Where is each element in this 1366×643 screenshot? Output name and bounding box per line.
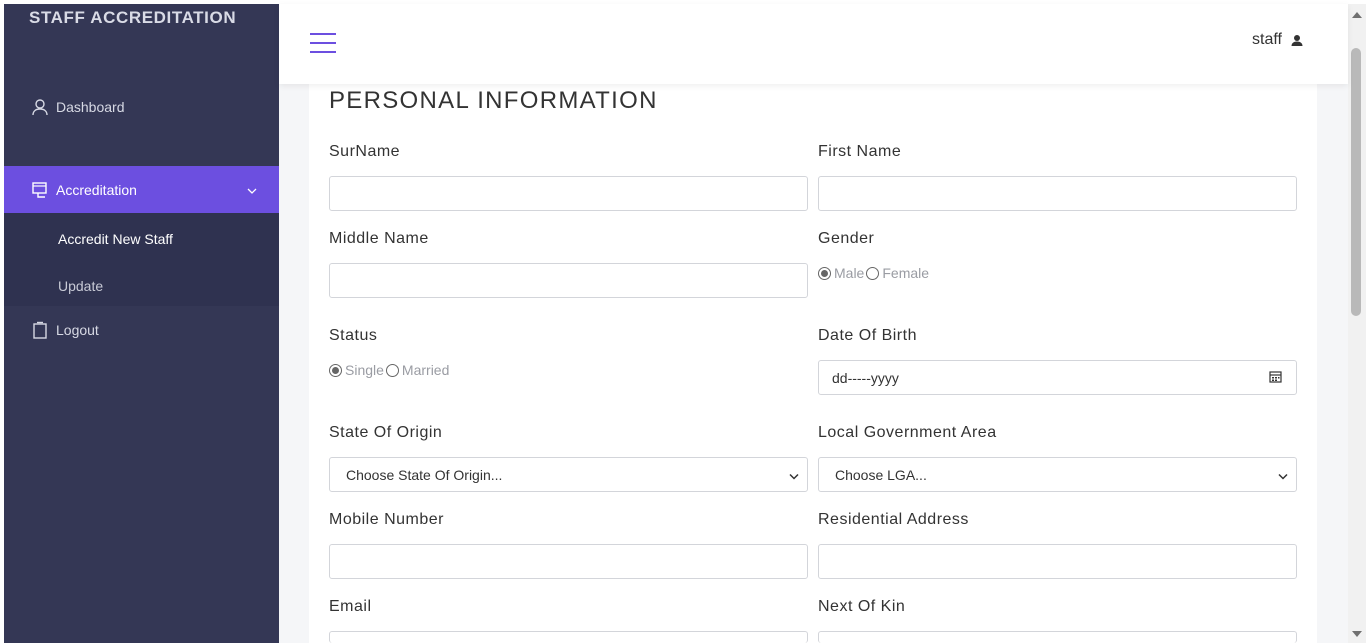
submenu-item-accredit-new-staff[interactable]: Accredit New Staff — [58, 231, 173, 247]
hamburger-menu-icon[interactable] — [310, 33, 336, 55]
middle-name-label: Middle Name — [329, 230, 429, 247]
clipboard-icon — [31, 321, 49, 339]
state-of-origin-label: State Of Origin — [329, 424, 443, 441]
first-name-label: First Name — [818, 143, 902, 160]
sidebar: STAFF ACCREDITATION Dashboard Accreditat… — [4, 4, 279, 643]
sidebar-item-accreditation[interactable]: Accreditation — [4, 166, 279, 213]
next-of-kin-label: Next Of Kin — [818, 598, 906, 615]
gender-radio-group: Male Female — [818, 265, 931, 281]
sidebar-item-label: Logout — [56, 322, 99, 338]
chevron-down-icon — [1278, 467, 1288, 483]
lga-selected: Choose LGA... — [835, 466, 927, 483]
email-input[interactable] — [329, 631, 808, 643]
dob-placeholder: dd-----yyyy — [832, 369, 899, 386]
sidebar-item-dashboard[interactable]: Dashboard — [4, 96, 279, 118]
monitor-icon — [31, 181, 49, 199]
submenu-item-update[interactable]: Update — [58, 278, 103, 294]
gender-female-radio[interactable] — [866, 266, 880, 280]
sidebar-item-label: Dashboard — [56, 99, 125, 115]
dob-label: Date Of Birth — [818, 327, 917, 344]
section-title: PERSONAL INFORMATION — [329, 87, 658, 114]
chevron-down-icon — [789, 467, 799, 483]
chevron-down-icon — [247, 182, 257, 198]
residential-address-label: Residential Address — [818, 511, 969, 528]
user-menu[interactable]: staff — [1252, 31, 1304, 49]
person-icon — [1290, 33, 1304, 47]
status-radio-group: Single Married — [329, 362, 451, 378]
status-married-radio[interactable] — [385, 363, 399, 377]
email-label: Email — [329, 598, 372, 615]
residential-address-input[interactable] — [818, 544, 1297, 579]
lga-label: Local Government Area — [818, 424, 997, 441]
mobile-number-input[interactable] — [329, 544, 808, 579]
accreditation-submenu: Accredit New Staff Update — [4, 213, 279, 306]
dob-input[interactable]: dd-----yyyy — [818, 360, 1297, 395]
state-of-origin-selected: Choose State Of Origin... — [346, 466, 503, 483]
sidebar-item-label: Accreditation — [56, 181, 137, 198]
brand-title: STAFF ACCREDITATION — [29, 8, 237, 27]
page-scrollbar[interactable] — [1348, 4, 1366, 643]
next-of-kin-input[interactable] — [818, 631, 1297, 643]
status-single-label: Single — [345, 362, 384, 378]
sidebar-item-logout[interactable]: Logout — [4, 319, 279, 341]
mobile-number-label: Mobile Number — [329, 511, 444, 528]
gender-male-label: Male — [834, 265, 865, 281]
status-label: Status — [329, 327, 378, 344]
first-name-input[interactable] — [818, 176, 1297, 211]
topbar: staff — [279, 4, 1348, 84]
scrollbar-thumb[interactable] — [1351, 48, 1361, 316]
scroll-up-arrow-icon[interactable] — [1352, 12, 1362, 18]
scroll-down-arrow-icon[interactable] — [1352, 631, 1362, 637]
gender-female-label: Female — [882, 265, 930, 281]
lga-select[interactable]: Choose LGA... — [818, 457, 1297, 492]
state-of-origin-select[interactable]: Choose State Of Origin... — [329, 457, 808, 492]
status-single-radio[interactable] — [329, 363, 342, 377]
gender-male-radio[interactable] — [818, 266, 831, 280]
middle-name-input[interactable] — [329, 263, 808, 298]
gender-label: Gender — [818, 230, 875, 247]
username: staff — [1252, 31, 1282, 48]
surname-input[interactable] — [329, 176, 808, 211]
calendar-icon[interactable] — [1269, 370, 1282, 386]
user-outline-icon — [31, 98, 49, 116]
surname-label: SurName — [329, 143, 401, 160]
status-married-label: Married — [401, 362, 450, 378]
